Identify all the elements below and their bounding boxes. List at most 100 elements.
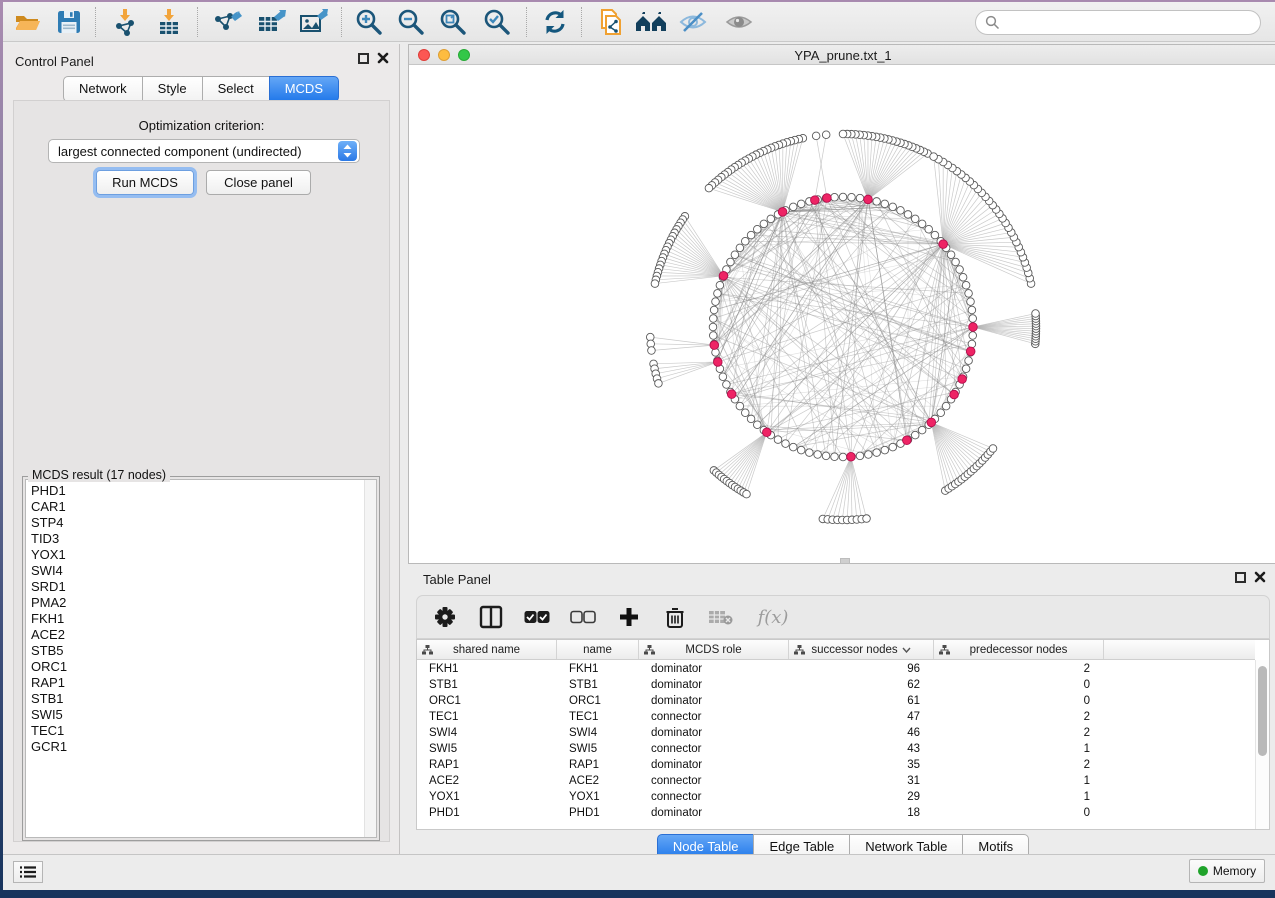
mcds-result-item[interactable]: STP4	[26, 515, 376, 531]
table-row[interactable]: YOX1YOX1connector291	[417, 789, 1255, 805]
cell-shared-name: TEC1	[417, 709, 557, 725]
sort-descending-icon	[902, 647, 911, 653]
table-row[interactable]: SWI4SWI4dominator462	[417, 725, 1255, 741]
column-header-MCDS-role[interactable]: MCDS role	[639, 640, 789, 659]
column-header-predecessor-nodes[interactable]: predecessor nodes	[934, 640, 1104, 659]
table-settings-button[interactable]	[431, 603, 459, 631]
table-row[interactable]: ORC1ORC1dominator610	[417, 693, 1255, 709]
network-window-titlebar[interactable]: YPA_prune.txt_1	[409, 45, 1275, 65]
toolbar-separator	[341, 7, 342, 37]
close-panel-button[interactable]: Close panel	[206, 170, 311, 195]
table-row[interactable]: FKH1FKH1dominator962	[417, 661, 1255, 677]
cell-shared-name: STB1	[417, 677, 557, 693]
add-column-button[interactable]	[615, 603, 643, 631]
duplicate-network-icon	[596, 7, 626, 37]
fx-icon: f(x)	[758, 607, 789, 628]
export-image-button[interactable]	[295, 5, 331, 39]
criterion-select[interactable]: largest connected component (undirected)	[48, 139, 360, 163]
column-header-name[interactable]: name	[557, 640, 639, 659]
mcds-result-item[interactable]: STB1	[26, 691, 376, 707]
list-scrollbar[interactable]	[364, 480, 376, 837]
attribute-icon	[422, 645, 433, 655]
function-builder-button[interactable]: f(x)	[753, 603, 793, 631]
tab-select[interactable]: Select	[202, 76, 270, 102]
mcds-result-item[interactable]: TID3	[26, 531, 376, 547]
split-view-button[interactable]	[477, 603, 505, 631]
export-network-button[interactable]	[209, 5, 245, 39]
delete-column-button[interactable]	[661, 603, 689, 631]
deselect-all-button[interactable]	[569, 603, 597, 631]
zoom-in-button[interactable]	[351, 5, 387, 39]
export-table-button[interactable]	[253, 5, 289, 39]
control-panel-title: Control Panel	[15, 54, 94, 69]
cell-MCDS-role: dominator	[639, 661, 789, 677]
cell-successor-nodes: 43	[789, 741, 934, 757]
save-session-button[interactable]	[51, 5, 87, 39]
select-all-button[interactable]	[523, 603, 551, 631]
table-row[interactable]: SWI5SWI5connector431	[417, 741, 1255, 757]
table-row[interactable]: RAP1RAP1dominator352	[417, 757, 1255, 773]
list-icon	[19, 865, 37, 879]
table-row[interactable]: ACE2ACE2connector311	[417, 773, 1255, 789]
close-panel-icon[interactable]	[377, 52, 389, 64]
refresh-layout-button[interactable]	[537, 5, 573, 39]
duplicate-network-button[interactable]	[593, 5, 629, 39]
column-header-shared-name[interactable]: shared name	[417, 640, 557, 659]
import-network-button[interactable]	[107, 5, 143, 39]
search-input[interactable]	[975, 10, 1261, 35]
table-row[interactable]: PHD1PHD1dominator180	[417, 805, 1255, 821]
mcds-result-item[interactable]: ACE2	[26, 627, 376, 643]
import-table-icon	[154, 7, 184, 37]
mcds-result-item[interactable]: PMA2	[26, 595, 376, 611]
houses-button[interactable]	[633, 5, 669, 39]
network-canvas[interactable]	[409, 65, 1275, 563]
mcds-result-item[interactable]: SWI4	[26, 563, 376, 579]
float-table-panel-button[interactable]	[1235, 572, 1246, 583]
column-header-successor-nodes[interactable]: successor nodes	[789, 640, 934, 659]
network-graph[interactable]	[409, 65, 1275, 563]
mcds-result-item[interactable]: RAP1	[26, 675, 376, 691]
cell-name: SWI4	[557, 725, 639, 741]
tab-network[interactable]: Network	[63, 76, 143, 102]
mcds-result-item[interactable]: PHD1	[26, 483, 376, 499]
mcds-result-item[interactable]: SWI5	[26, 707, 376, 723]
tab-style[interactable]: Style	[142, 76, 203, 102]
mcds-result-item[interactable]: SRD1	[26, 579, 376, 595]
cell-successor-nodes: 61	[789, 693, 934, 709]
zoom-selected-button[interactable]	[479, 5, 515, 39]
close-table-panel-icon[interactable]	[1254, 571, 1266, 583]
control-panel: Control Panel NetworkStyleSelectMCDS Opt…	[3, 44, 400, 854]
zoom-out-button[interactable]	[393, 5, 429, 39]
float-panel-button[interactable]	[358, 53, 369, 64]
status-menu-button[interactable]	[13, 861, 43, 883]
import-table-button[interactable]	[151, 5, 187, 39]
delete-table-button[interactable]	[707, 603, 735, 631]
table-panel-title: Table Panel	[423, 572, 491, 587]
optimization-criterion-label: Optimization criterion:	[14, 118, 389, 133]
show-elements-button[interactable]	[721, 5, 757, 39]
mcds-result-item[interactable]: STB5	[26, 643, 376, 659]
open-file-button[interactable]	[9, 5, 45, 39]
mcds-result-item[interactable]: TEC1	[26, 723, 376, 739]
mcds-result-item[interactable]: YOX1	[26, 547, 376, 563]
tab-mcds[interactable]: MCDS	[269, 76, 339, 102]
control-panel-tabs: NetworkStyleSelectMCDS	[63, 76, 339, 102]
table-row[interactable]: TEC1TEC1connector472	[417, 709, 1255, 725]
cell-predecessor-nodes: 2	[934, 709, 1104, 725]
mcds-result-item[interactable]: CAR1	[26, 499, 376, 515]
table-scrollbar-thumb[interactable]	[1258, 666, 1267, 756]
table-scrollbar[interactable]	[1255, 660, 1269, 829]
hide-elements-button[interactable]	[675, 5, 711, 39]
zoom-fit-button[interactable]	[435, 5, 471, 39]
cell-predecessor-nodes: 2	[934, 661, 1104, 677]
cell-name: RAP1	[557, 757, 639, 773]
cell-name: TEC1	[557, 709, 639, 725]
mcds-result-item[interactable]: GCR1	[26, 739, 376, 755]
table-row[interactable]: STB1STB1dominator620	[417, 677, 1255, 693]
mcds-result-item[interactable]: FKH1	[26, 611, 376, 627]
cell-MCDS-role: connector	[639, 741, 789, 757]
mcds-result-item[interactable]: ORC1	[26, 659, 376, 675]
memory-button[interactable]: Memory	[1189, 859, 1265, 883]
run-mcds-button[interactable]: Run MCDS	[96, 170, 194, 195]
mcds-result-list[interactable]: PHD1CAR1STP4TID3YOX1SWI4SRD1PMA2FKH1ACE2…	[25, 479, 377, 838]
